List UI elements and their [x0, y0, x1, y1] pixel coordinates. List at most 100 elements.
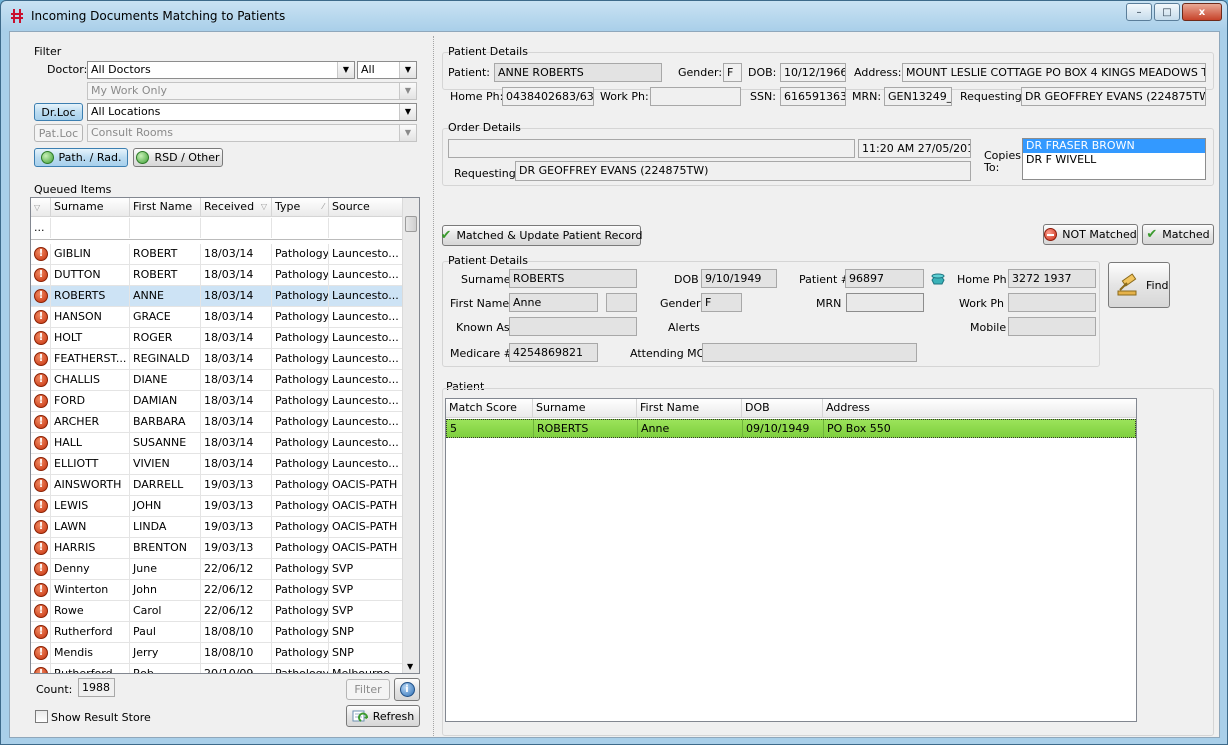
- location-combo[interactable]: All Locations ▼: [87, 103, 417, 121]
- table-row[interactable]: ! LAWN LINDA 19/03/13 Pathology OACIS-PATH: [31, 517, 403, 538]
- column-header-received[interactable]: Received ▽: [201, 198, 272, 217]
- cell-type: Pathology: [272, 307, 329, 327]
- doctor-scope-combo[interactable]: All ▼: [357, 61, 417, 79]
- scroll-thumb[interactable]: [405, 216, 417, 232]
- queue-scrollbar[interactable]: ▼: [402, 198, 419, 673]
- table-row[interactable]: ! Winterton John 22/06/12 Pathology SVP: [31, 580, 403, 601]
- table-row[interactable]: ! HALL SUSANNE 18/03/14 Pathology Launcesto..…: [31, 433, 403, 454]
- cell-status: !: [31, 433, 51, 453]
- cell-status: !: [31, 244, 51, 264]
- cell-status: !: [31, 601, 51, 621]
- matched-update-button[interactable]: ✔ Matched & Update Patient Record: [441, 225, 642, 246]
- copies-item-1[interactable]: DR F WIVELL: [1023, 153, 1205, 167]
- cell-surname: HOLT: [51, 328, 130, 348]
- column-header-first-name[interactable]: First Name: [130, 198, 201, 217]
- doctor-label: Doctor:: [47, 63, 88, 76]
- column-header-surname[interactable]: Surname: [51, 198, 130, 217]
- table-row[interactable]: ! FORD DAMIAN 18/03/14 Pathology Launcesto...: [31, 391, 403, 412]
- patient-match-row[interactable]: 5 ROBERTS Anne 09/10/1949 PO Box 550: [446, 419, 1136, 438]
- column-header-match-score[interactable]: Match Score: [446, 399, 533, 418]
- alert-icon: !: [34, 646, 48, 660]
- pane-splitter[interactable]: [433, 36, 434, 736]
- cell-source: Launcesto...: [329, 370, 403, 390]
- table-row[interactable]: ! Rutherford Rob 20/10/09 Pathology Melbourne…: [31, 664, 403, 673]
- close-button[interactable]: x: [1182, 3, 1222, 21]
- cell-source: Launcesto...: [329, 328, 403, 348]
- table-row[interactable]: ! FEATHERST... REGINALD 18/03/14 Pathology La…: [31, 349, 403, 370]
- not-matched-button[interactable]: NOT Matched: [1043, 224, 1138, 245]
- column-header-dob[interactable]: DOB: [742, 399, 823, 418]
- filter-cell-first-name[interactable]: [130, 218, 201, 238]
- alert-icon: !: [34, 625, 48, 639]
- table-row[interactable]: ! ROBERTS ANNE 18/03/14 Pathology Launcesto..…: [31, 286, 403, 307]
- copies-list[interactable]: DR FRASER BROWN DR F WIVELL: [1022, 138, 1206, 180]
- column-header-first-name[interactable]: First Name: [637, 399, 742, 418]
- table-row[interactable]: ! Rowe Carol 22/06/12 Pathology SVP: [31, 601, 403, 622]
- table-row[interactable]: ! HARRIS BRENTON 19/03/13 Pathology OACIS-PAT…: [31, 538, 403, 559]
- table-row[interactable]: ! DUTTON ROBERT 18/03/14 Pathology Launcesto.…: [31, 265, 403, 286]
- cell-status: !: [31, 328, 51, 348]
- match-mrn-value[interactable]: [846, 293, 924, 312]
- match-knownas-value: [509, 317, 637, 336]
- filter-cell-type[interactable]: [272, 218, 329, 238]
- show-result-store-label: Show Result Store: [51, 711, 151, 724]
- check-icon: ✔: [1146, 227, 1158, 242]
- table-row[interactable]: ! Mendis Jerry 18/08/10 Pathology SNP: [31, 643, 403, 664]
- pat-loc-button[interactable]: Pat.Loc: [34, 124, 83, 142]
- refresh-button[interactable]: Refresh: [346, 705, 420, 727]
- column-header-source[interactable]: Source: [329, 198, 403, 217]
- pat-loc-combo[interactable]: Consult Rooms ▼: [87, 124, 417, 142]
- table-row[interactable]: ! Denny June 22/06/12 Pathology SVP: [31, 559, 403, 580]
- filter-cell-surname[interactable]: [51, 218, 130, 238]
- find-button[interactable]: Find: [1108, 262, 1170, 308]
- table-row[interactable]: ! CHALLIS DIANE 18/03/14 Pathology Launcesto.…: [31, 370, 403, 391]
- work-only-value: My Work Only: [91, 84, 168, 97]
- alert-icon: !: [34, 394, 48, 408]
- doctor-combo[interactable]: All Doctors ▼: [87, 61, 355, 79]
- alert-icon: !: [34, 373, 48, 387]
- queue-filter-row[interactable]: ...: [31, 218, 403, 240]
- doc-patient-name: ANNE ROBERTS: [494, 63, 662, 82]
- cell-status: !: [31, 370, 51, 390]
- minimize-button[interactable]: –: [1126, 3, 1152, 21]
- column-header-surname[interactable]: Surname: [533, 399, 637, 418]
- work-only-combo[interactable]: My Work Only ▼: [87, 82, 417, 100]
- filter-button[interactable]: Filter: [346, 679, 390, 700]
- matched-button[interactable]: ✔ Matched: [1142, 224, 1214, 245]
- table-row[interactable]: ! ARCHER BARBARA 18/03/14 Pathology Launcesto…: [31, 412, 403, 433]
- filter-cell-source[interactable]: [329, 218, 403, 238]
- column-header-type[interactable]: Type ⁄: [272, 198, 329, 217]
- cell-source: SNP: [329, 622, 403, 642]
- queued-items-grid[interactable]: ▽ Surname First Name Received ▽ Type ⁄ Sou…: [30, 197, 420, 674]
- table-row[interactable]: ! HANSON GRACE 18/03/14 Pathology Launcesto..…: [31, 307, 403, 328]
- cell-status: !: [31, 538, 51, 558]
- cell-received: 22/06/12: [201, 601, 272, 621]
- info-button[interactable]: i: [394, 678, 420, 701]
- scroll-down-icon[interactable]: ▼: [407, 662, 413, 671]
- title-bar[interactable]: Incoming Documents Matching to Patients …: [1, 1, 1227, 31]
- cell-received: 19/03/13: [201, 517, 272, 537]
- cell-status: !: [31, 517, 51, 537]
- show-result-store-checkbox[interactable]: [35, 710, 48, 723]
- table-row[interactable]: ! AINSWORTH DARRELL 19/03/13 Pathology OACIS-…: [31, 475, 403, 496]
- cell-received: 18/08/10: [201, 643, 272, 663]
- cell-source: Launcesto...: [329, 391, 403, 411]
- table-row[interactable]: ! GIBLIN ROBERT 18/03/14 Pathology Launcesto.…: [31, 244, 403, 265]
- path-rad-button[interactable]: Path. / Rad.: [34, 148, 128, 167]
- maximize-button[interactable]: □: [1154, 3, 1180, 21]
- alert-icon: !: [34, 499, 48, 513]
- dr-loc-button[interactable]: Dr.Loc: [34, 103, 83, 121]
- window-title: Incoming Documents Matching to Patients: [31, 9, 286, 23]
- table-row[interactable]: ! Rutherford Paul 18/08/10 Pathology SNP: [31, 622, 403, 643]
- rsd-other-button[interactable]: RSD / Other: [133, 148, 223, 167]
- table-row[interactable]: ! ELLIOTT VIVIEN 18/03/14 Pathology Launcesto…: [31, 454, 403, 475]
- cell-first-name: Jerry: [130, 643, 201, 663]
- table-row[interactable]: ! HOLT ROGER 18/03/14 Pathology Launcesto...: [31, 328, 403, 349]
- scroll-up-arrow[interactable]: [403, 198, 419, 217]
- patient-match-grid[interactable]: Match Score Surname First Name DOB Addre…: [445, 398, 1137, 722]
- alert-icon: !: [34, 289, 48, 303]
- table-row[interactable]: ! LEWIS JOHN 19/03/13 Pathology OACIS-PATH: [31, 496, 403, 517]
- copies-item-0[interactable]: DR FRASER BROWN: [1023, 139, 1205, 153]
- filter-cell-received[interactable]: [201, 218, 272, 238]
- column-header-address[interactable]: Address: [823, 399, 1136, 418]
